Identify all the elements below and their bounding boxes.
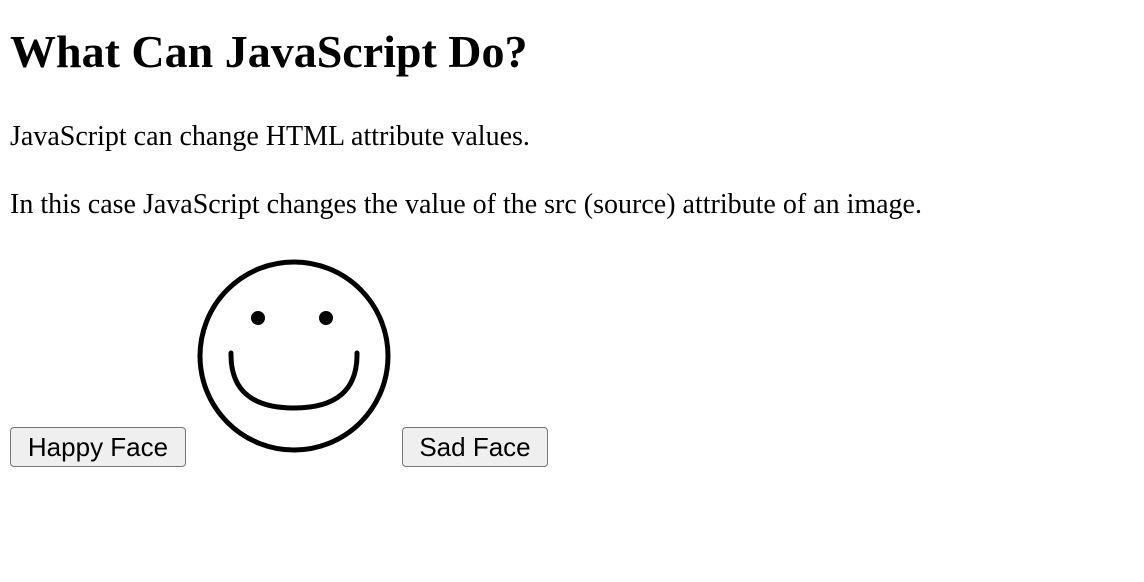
smile-mouth xyxy=(228,350,360,411)
explanation-paragraph: In this case JavaScript changes the valu… xyxy=(10,189,922,220)
happy-face-button[interactable]: Happy Face xyxy=(10,427,186,467)
page-heading: What Can JavaScript Do? xyxy=(10,26,528,77)
face-outline xyxy=(197,259,391,453)
sad-face-button[interactable]: Sad Face xyxy=(402,427,548,467)
intro-paragraph: JavaScript can change HTML attribute val… xyxy=(10,121,530,152)
right-eye xyxy=(319,311,333,325)
left-eye xyxy=(251,311,265,325)
smiley-face-icon xyxy=(197,259,391,453)
